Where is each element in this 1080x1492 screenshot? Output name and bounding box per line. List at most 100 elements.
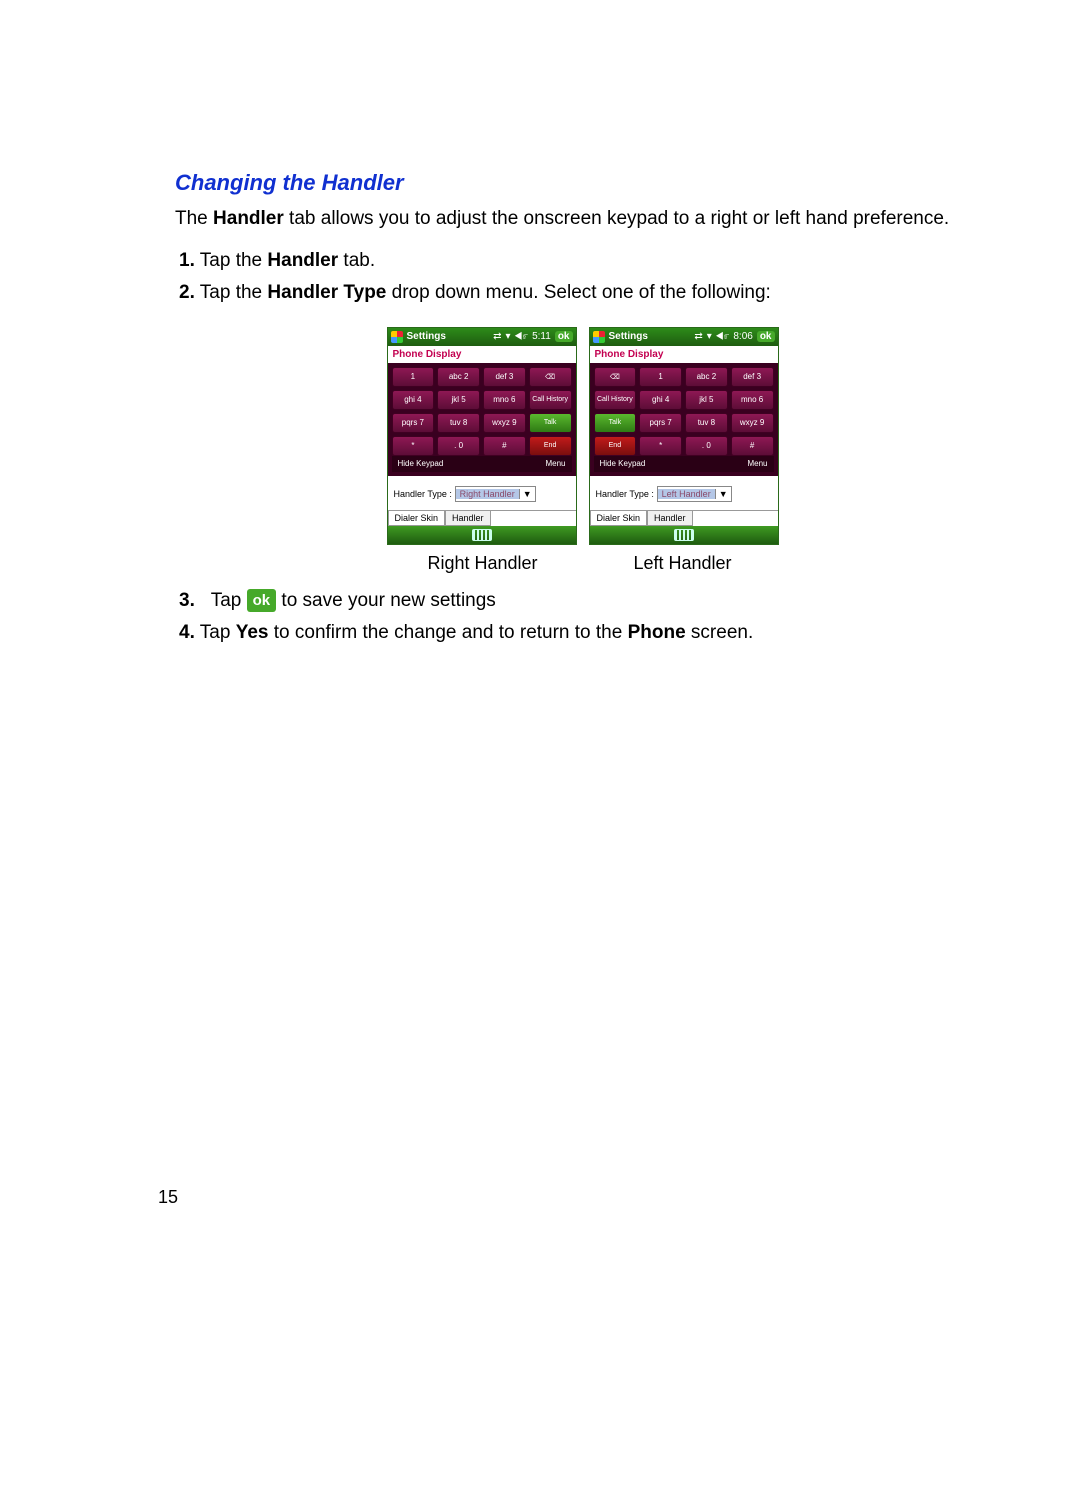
key-hash[interactable]: #: [483, 436, 526, 456]
volume-icon: ◀೯: [716, 331, 730, 342]
tab-handler[interactable]: Handler: [647, 511, 693, 526]
key-1[interactable]: 1: [639, 367, 682, 387]
key-9[interactable]: wxyz 9: [731, 413, 774, 433]
handler-type-dropdown[interactable]: Left Handler ▼: [657, 486, 732, 502]
steps-list-cont: 3. Tap ok to save your new settings 4. T…: [175, 588, 990, 647]
key-5[interactable]: jkl 5: [437, 390, 480, 410]
key-5[interactable]: jkl 5: [685, 390, 728, 410]
l: . 0: [454, 441, 463, 450]
key-end[interactable]: End: [529, 436, 572, 456]
phone-right-handler: Settings ⇄ ▾ ◀೯ 5:11 ok Phone Display 1 …: [387, 327, 577, 545]
ok-button[interactable]: ok: [757, 331, 775, 342]
chevron-down-icon: ▼: [519, 489, 535, 499]
figure-row: Settings ⇄ ▾ ◀೯ 5:11 ok Phone Display 1 …: [175, 327, 990, 545]
handler-type-dropdown[interactable]: Right Handler ▼: [455, 486, 536, 502]
tab-handler[interactable]: Handler: [445, 511, 491, 526]
menu[interactable]: Menu: [747, 459, 767, 468]
l: Call History: [597, 396, 633, 403]
key-9[interactable]: wxyz 9: [483, 413, 526, 433]
l: wxyz 9: [740, 418, 764, 427]
l: Talk: [609, 419, 621, 426]
key-0[interactable]: . 0: [437, 436, 480, 456]
subtitle: Phone Display: [590, 346, 778, 363]
step-1: 1. Tap the Handler tab.: [179, 248, 990, 275]
l: #: [502, 441, 506, 450]
clock: 5:11: [532, 331, 551, 342]
chevron-down-icon: ▼: [715, 489, 731, 499]
tabs: Dialer Skin Handler: [590, 510, 778, 526]
windows-flag-icon: [593, 331, 605, 343]
key-3[interactable]: def 3: [483, 367, 526, 387]
l: 1: [411, 372, 415, 381]
key-call-history[interactable]: Call History: [529, 390, 572, 410]
menu[interactable]: Menu: [545, 459, 565, 468]
l: . 0: [702, 441, 711, 450]
key-0[interactable]: . 0: [685, 436, 728, 456]
clock: 8:06: [733, 331, 752, 342]
key-star[interactable]: *: [392, 436, 435, 456]
key-4[interactable]: ghi 4: [639, 390, 682, 410]
tab-dialer-skin[interactable]: Dialer Skin: [388, 511, 446, 526]
l: *: [659, 441, 662, 450]
phone-left-handler: Settings ⇄ ▾ ◀೯ 8:06 ok Phone Display ⌫ …: [589, 327, 779, 545]
key-6[interactable]: mno 6: [483, 390, 526, 410]
key-4[interactable]: ghi 4: [392, 390, 435, 410]
ok-button[interactable]: ok: [555, 331, 573, 342]
key-star[interactable]: *: [639, 436, 682, 456]
key-3[interactable]: def 3: [731, 367, 774, 387]
keyboard-icon[interactable]: [674, 529, 694, 541]
keypad: 1 abc 2 def 3 ⌫ ghi 4 jkl 5 mno 6 Call H…: [392, 367, 572, 456]
hide-keypad[interactable]: Hide Keypad: [600, 459, 646, 468]
key-7[interactable]: pqrs 7: [392, 413, 435, 433]
key-2[interactable]: abc 2: [685, 367, 728, 387]
caption-left: Left Handler: [589, 553, 777, 574]
key-talk[interactable]: Talk: [529, 413, 572, 433]
handler-label: Handler Type :: [394, 489, 452, 499]
key-2[interactable]: abc 2: [437, 367, 480, 387]
l: tuv 8: [698, 418, 715, 427]
key-backspace[interactable]: ⌫: [529, 367, 572, 387]
key-7[interactable]: pqrs 7: [639, 413, 682, 433]
l: jkl 5: [699, 395, 713, 404]
signal-icon: ▾: [707, 331, 712, 342]
handler-panel: Handler Type : Right Handler ▼: [388, 476, 576, 510]
t: The: [175, 208, 213, 229]
t: tab.: [338, 250, 375, 271]
keyboard-icon[interactable]: [472, 529, 492, 541]
tab-dialer-skin[interactable]: Dialer Skin: [590, 511, 648, 526]
key-1[interactable]: 1: [392, 367, 435, 387]
t: Handler: [267, 250, 338, 271]
t: Tap: [211, 590, 247, 611]
subtitle: Phone Display: [388, 346, 576, 363]
t: Tap the: [200, 250, 268, 271]
key-8[interactable]: tuv 8: [437, 413, 480, 433]
key-8[interactable]: tuv 8: [685, 413, 728, 433]
key-talk[interactable]: Talk: [594, 413, 637, 433]
figure-captions: Right Handler Left Handler: [175, 553, 990, 574]
t: Tap: [200, 622, 236, 643]
titlebar: Settings ⇄ ▾ ◀೯ 5:11 ok: [388, 328, 576, 346]
n: 2.: [179, 282, 195, 303]
steps-list: 1. Tap the Handler tab. 2. Tap the Handl…: [175, 248, 990, 307]
volume-icon: ◀೯: [514, 331, 528, 342]
l: End: [609, 442, 621, 449]
key-call-history[interactable]: Call History: [594, 390, 637, 410]
l: abc 2: [449, 372, 469, 381]
l: jkl 5: [452, 395, 466, 404]
t: Yes: [236, 622, 269, 643]
key-hash[interactable]: #: [731, 436, 774, 456]
key-6[interactable]: mno 6: [731, 390, 774, 410]
l: abc 2: [697, 372, 717, 381]
intro-paragraph: The Handler tab allows you to adjust the…: [175, 206, 990, 232]
l: wxyz 9: [492, 418, 516, 427]
hide-keypad[interactable]: Hide Keypad: [398, 459, 444, 468]
ok-icon: ok: [247, 589, 277, 612]
keypad-area: 1 abc 2 def 3 ⌫ ghi 4 jkl 5 mno 6 Call H…: [388, 363, 576, 476]
l: pqrs 7: [650, 418, 672, 427]
key-backspace[interactable]: ⌫: [594, 367, 637, 387]
signal-icon: ▾: [505, 331, 510, 342]
l: def 3: [495, 372, 513, 381]
key-end[interactable]: End: [594, 436, 637, 456]
l: ghi 4: [652, 395, 669, 404]
bottom-bar: [590, 526, 778, 544]
